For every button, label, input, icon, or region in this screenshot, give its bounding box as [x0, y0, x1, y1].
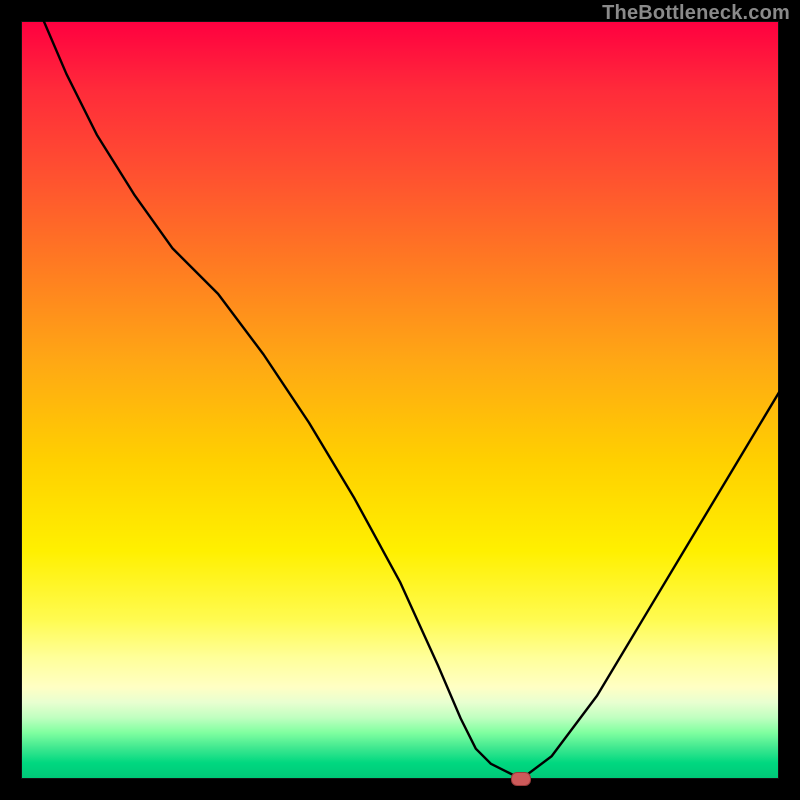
plot-background — [21, 21, 779, 779]
optimal-point-marker — [511, 772, 531, 786]
bottleneck-chart: TheBottleneck.com — [0, 0, 800, 800]
watermark-text: TheBottleneck.com — [602, 2, 790, 25]
